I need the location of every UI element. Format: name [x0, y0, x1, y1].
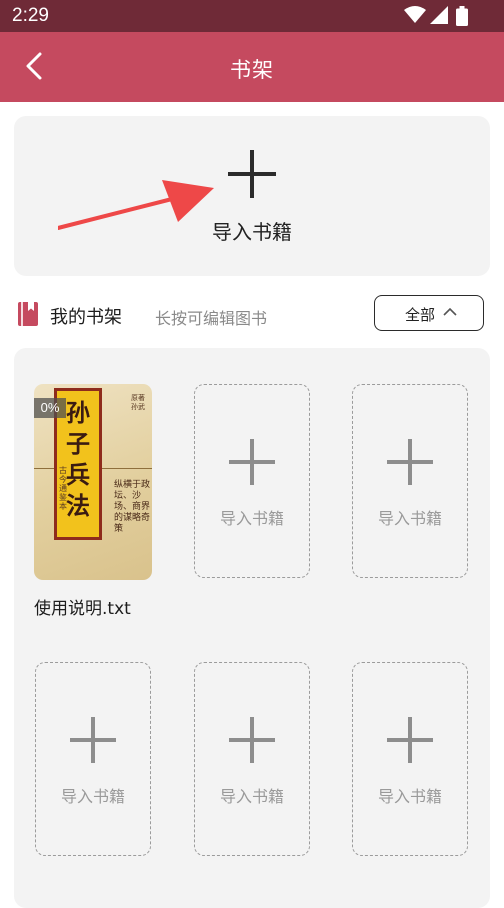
status-bar: 2:29	[0, 0, 504, 32]
book-cover: 孙子兵法 古今通鉴本 纵横于政坛、沙场、商界的谋略奇策 原著 孙武 0%	[34, 384, 152, 580]
import-slot-label: 导入书籍	[377, 509, 442, 528]
book-item[interactable]: 孙子兵法 古今通鉴本 纵横于政坛、沙场、商界的谋略奇策 原著 孙武 0% 使用说…	[34, 384, 152, 624]
filter-label: 全部	[405, 306, 436, 324]
battery-icon	[456, 6, 468, 26]
shelf-header: 我的书架 长按可编辑图书 全部	[0, 294, 504, 334]
plus-icon	[228, 150, 276, 198]
status-time: 2:29	[12, 5, 49, 26]
import-book-slot[interactable]: 导入书籍	[194, 662, 310, 856]
import-slot-label: 导入书籍	[60, 787, 125, 806]
chevron-up-icon	[443, 307, 457, 316]
import-book-slot[interactable]: 导入书籍	[352, 384, 468, 578]
import-book-slot[interactable]: 导入书籍	[352, 662, 468, 856]
import-slot-label: 导入书籍	[219, 509, 284, 528]
shelf-hint: 长按可编辑图书	[155, 309, 268, 328]
cover-tagline: 纵横于政坛、沙场、商界的谋略奇策	[114, 480, 151, 534]
book-name: 使用说明.txt	[34, 599, 131, 619]
plus-icon	[387, 439, 433, 485]
import-book-slot[interactable]: 导入书籍	[35, 662, 151, 856]
plus-icon	[387, 717, 433, 763]
plus-icon	[70, 717, 116, 763]
shelf-title: 我的书架	[50, 307, 122, 328]
import-slot-label: 导入书籍	[219, 787, 284, 806]
cover-side-text: 古今通鉴本	[59, 466, 67, 511]
shelf-panel: 孙子兵法 古今通鉴本 纵横于政坛、沙场、商界的谋略奇策 原著 孙武 0% 使用说…	[14, 348, 490, 908]
import-book-slot[interactable]: 导入书籍	[194, 384, 310, 578]
wifi-icon	[404, 6, 426, 23]
page-title: 书架	[230, 58, 274, 82]
plus-icon	[229, 439, 275, 485]
reading-progress-badge: 0%	[34, 398, 66, 418]
import-book-label: 导入书籍	[212, 220, 292, 244]
import-slot-label: 导入书籍	[377, 787, 442, 806]
filter-dropdown[interactable]: 全部	[374, 295, 484, 331]
signal-icon	[430, 6, 448, 24]
import-book-card[interactable]: 导入书籍	[14, 116, 490, 276]
cover-author: 原著 孙武	[131, 394, 145, 411]
plus-icon	[229, 717, 275, 763]
book-icon	[18, 302, 38, 326]
app-bar: 书架	[0, 32, 504, 102]
